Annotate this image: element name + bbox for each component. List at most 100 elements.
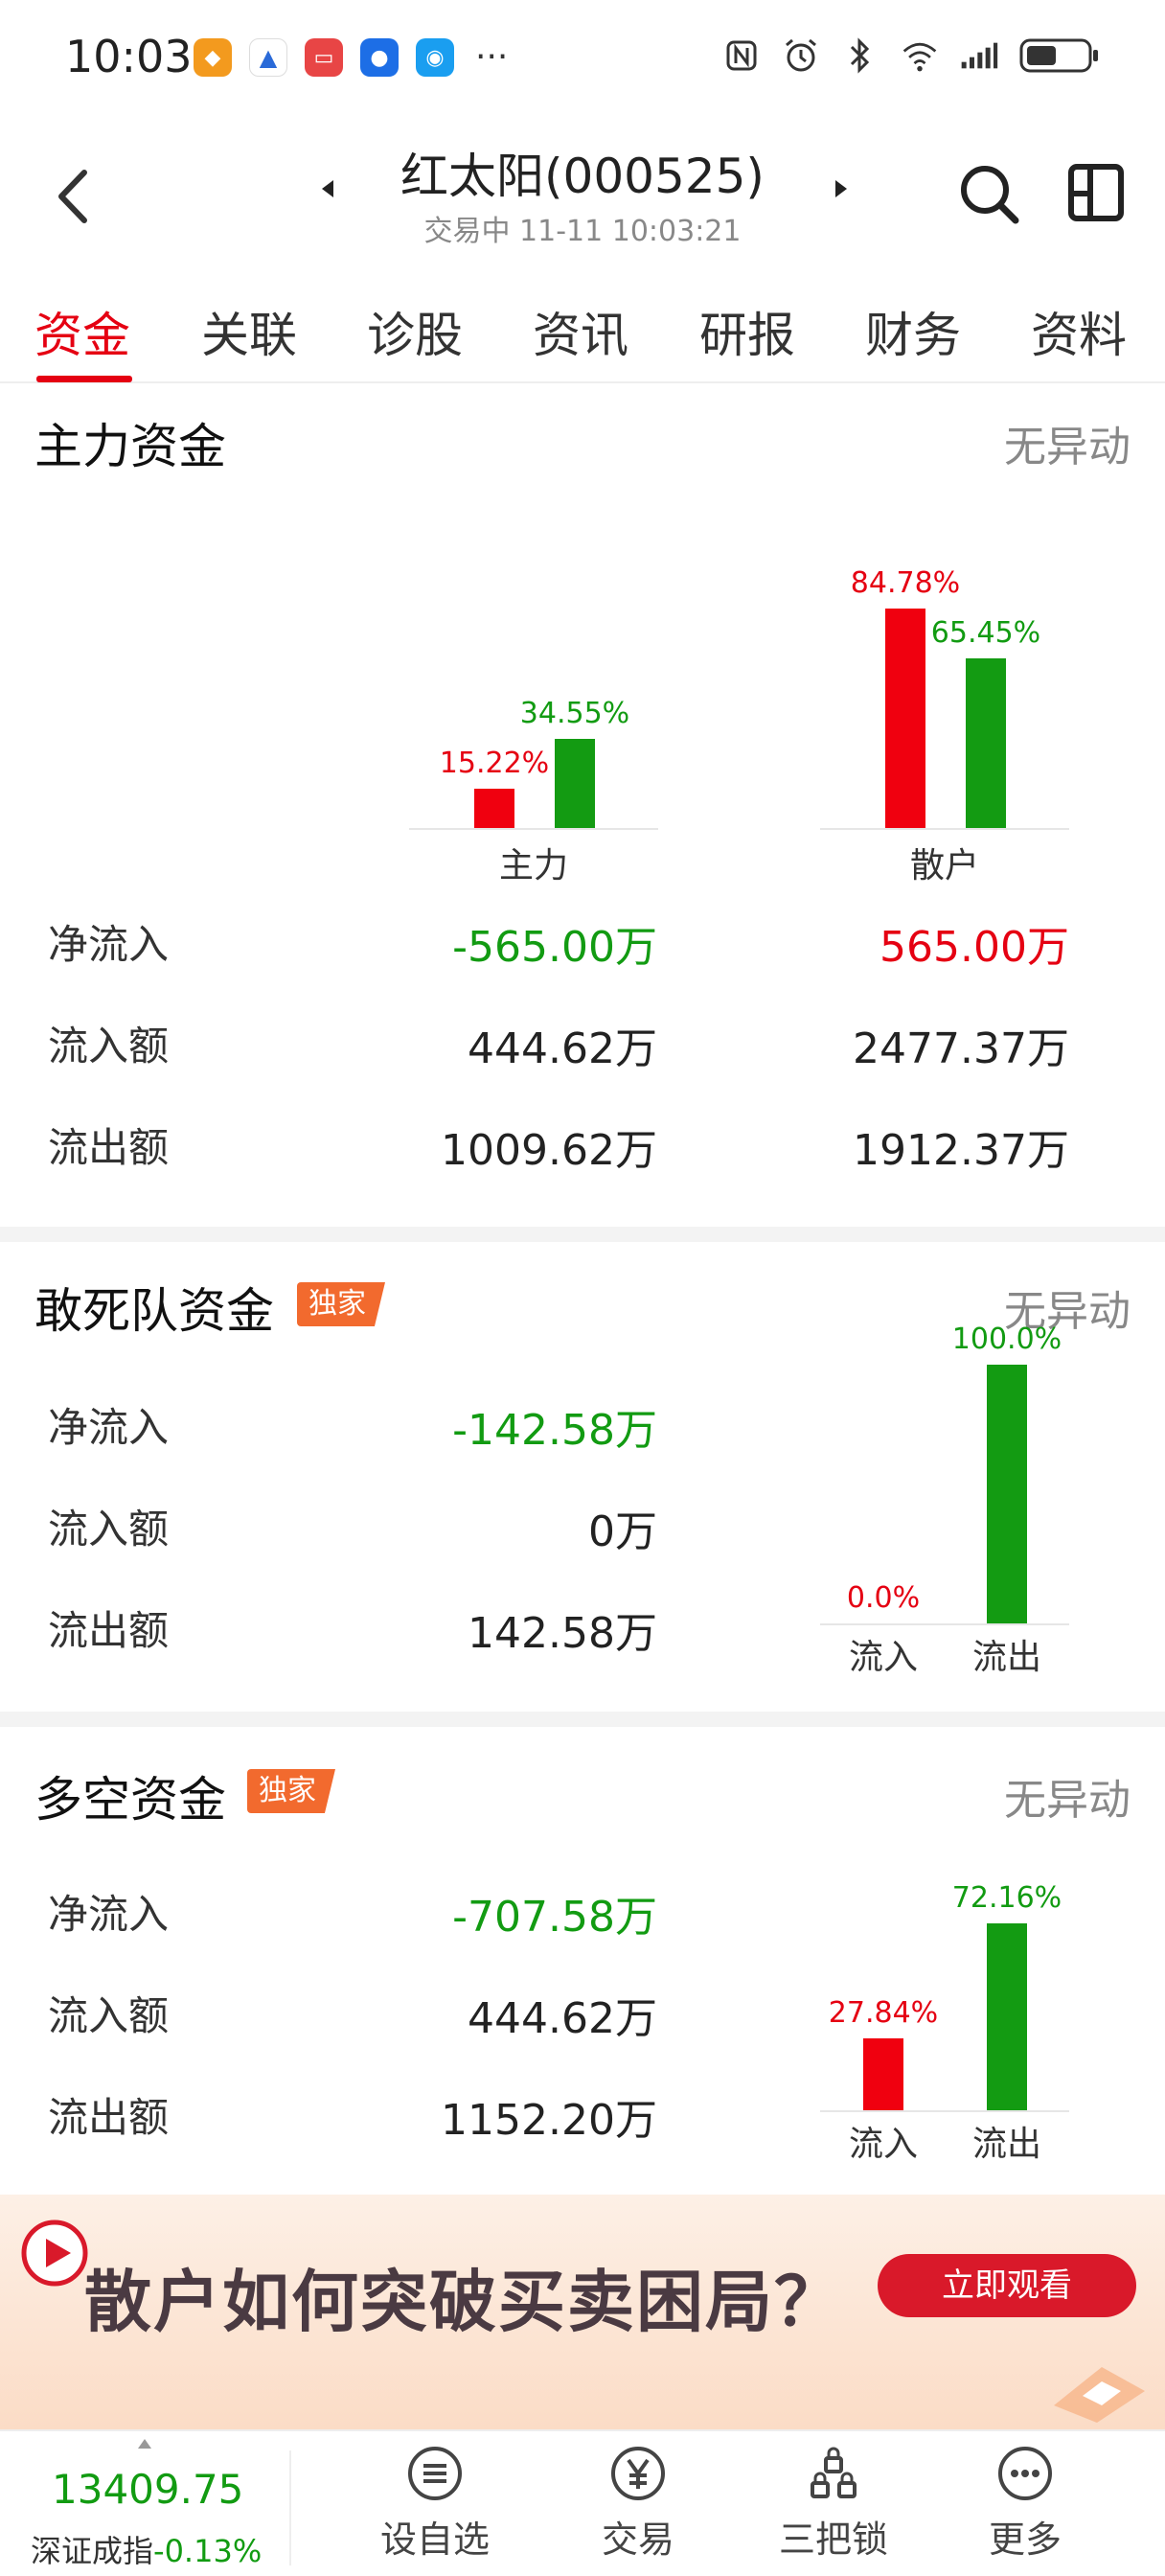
tab-bar: 资金 关联 诊股 资讯 研报 财务 资料 (0, 288, 1165, 383)
row-label: 流出额 (48, 1124, 170, 1171)
chart-bar (987, 1365, 1027, 1623)
chart-baseline (409, 828, 658, 830)
nav-label: 设自选 (379, 2518, 490, 2561)
row-label: 净流入 (48, 921, 170, 968)
chart-bar (474, 788, 514, 828)
play-icon (19, 2218, 90, 2288)
chart-bar (987, 1923, 1027, 2110)
nav-add-watchlist[interactable]: 设自选 (358, 2445, 512, 2563)
tab-news[interactable]: 资讯 (523, 297, 638, 366)
category-label: 流入 (848, 1638, 918, 1677)
section-divider (0, 1712, 1165, 1727)
category-label: 流入 (848, 2125, 918, 2164)
row-label: 净流入 (48, 1891, 170, 1938)
promo-banner[interactable]: 散户如何突破买卖困局？ 立即观看 (0, 2195, 1165, 2429)
chart-bar (863, 2037, 903, 2110)
main-capital-section: 主力资金 无异动 15.22% 34.55% 主力 84.78% 65.45% 散户 净流… (0, 383, 1165, 1227)
dare-squad-section: 敢死队资金 独家 无异动 净流入 -142.58万 流入额 0万 流出额 142… (0, 1242, 1165, 1712)
row-label: 净流入 (48, 1404, 170, 1451)
ls-inflow: 444.62万 (468, 1994, 657, 2043)
row-label: 流入额 (48, 1506, 170, 1552)
blue-app-icon: ● (360, 38, 399, 77)
decor-chart-icon (1044, 2338, 1150, 2425)
battery-icon (1019, 36, 1100, 75)
more-dots-icon (996, 2445, 1054, 2502)
long-short-section: 多空资金 独家 无异动 净流入 -707.58万 流入额 444.62万 流出额… (0, 1727, 1165, 2195)
next-stock-icon[interactable] (830, 174, 853, 203)
category-label: 流出 (971, 2125, 1041, 2164)
category-label: 散户 (909, 846, 979, 886)
tab-research[interactable]: 研报 (690, 297, 805, 366)
main-outflow: 1009.62万 (441, 1126, 657, 1175)
status-more-icon: ··· (475, 37, 509, 77)
index-label[interactable]: 深证成指-0.13% (31, 2527, 262, 2571)
index-change: -0.13% (153, 2533, 263, 2569)
section-status: 无异动 (1004, 1776, 1131, 1825)
retail-net-inflow: 565.00万 (879, 923, 1069, 972)
data-label: 27.84% (828, 1995, 939, 2030)
nav-more[interactable]: 更多 (948, 2445, 1102, 2563)
section-status: 无异动 (1004, 423, 1131, 472)
bluetooth-icon (841, 36, 879, 75)
yuan-icon (609, 2445, 667, 2502)
retail-inflow: 2477.37万 (853, 1024, 1069, 1073)
nav-three-locks[interactable]: 三把锁 (757, 2445, 910, 2563)
index-name: 深证成指 (31, 2533, 154, 2569)
list-icon (406, 2445, 464, 2502)
separator (289, 2450, 291, 2565)
row-label: 流出额 (48, 2094, 170, 2141)
tab-active-indicator (36, 376, 132, 382)
status-system-icons (722, 36, 1100, 75)
exclusive-badge: 独家 (297, 1282, 385, 1326)
status-app-icons: ◆ ▲ ▭ ● ◉ ··· (194, 38, 508, 77)
expand-arrow-icon[interactable] (138, 2439, 151, 2449)
message-app-icon: ◉ (416, 38, 454, 77)
section-divider (0, 1227, 1165, 1242)
signal-icon (960, 36, 998, 75)
data-label: 34.55% (519, 696, 630, 730)
row-label: 流出额 (48, 1607, 170, 1654)
section-title: 主力资金 (34, 419, 226, 474)
chart-baseline (820, 828, 1069, 830)
ls-outflow: 1152.20万 (441, 2096, 657, 2145)
tab-finance[interactable]: 财务 (856, 297, 971, 366)
tab-profile[interactable]: 资料 (1021, 297, 1136, 366)
nav-trade[interactable]: 交易 (561, 2445, 715, 2563)
bottom-bar: 13409.75 深证成指-0.13% 设自选 交易 三把锁 更多 (0, 2429, 1165, 2576)
dare-inflow: 0万 (588, 1507, 657, 1556)
nav-label: 交易 (601, 2518, 674, 2561)
watch-now-button[interactable]: 立即观看 (878, 2254, 1136, 2317)
category-label: 流出 (971, 1638, 1041, 1677)
chart-bar (555, 738, 595, 828)
wifi-icon (901, 36, 939, 75)
tab-related[interactable]: 关联 (192, 297, 307, 366)
alarm-icon (782, 36, 820, 75)
stock-app-icon: ▲ (249, 38, 287, 77)
red-app-icon: ▭ (305, 38, 343, 77)
data-label: 15.22% (439, 746, 550, 780)
app-notification-icon: ◆ (194, 38, 232, 77)
main-inflow: 444.62万 (468, 1024, 657, 1073)
nfc-icon (722, 36, 761, 75)
banner-headline: 散户如何突破买卖困局？ (84, 2263, 843, 2341)
row-label: 流入额 (48, 1992, 170, 2039)
data-label: 72.16% (951, 1881, 1062, 1916)
status-bar: 10:03 ◆ ▲ ▭ ● ◉ ··· (0, 0, 1165, 115)
tab-capital[interactable]: 资金 (25, 297, 140, 366)
retail-outflow: 1912.37万 (853, 1126, 1069, 1175)
section-title: 多空资金 (34, 1772, 226, 1828)
status-time: 10:03 (65, 31, 193, 82)
row-label: 流入额 (48, 1023, 170, 1070)
search-icon[interactable] (954, 159, 1023, 228)
nav-label: 三把锁 (778, 2518, 888, 2561)
main-net-inflow: -565.00万 (452, 923, 657, 972)
chart-bar (966, 658, 1006, 828)
category-label: 主力 (498, 846, 568, 886)
index-value[interactable]: 13409.75 (52, 2466, 243, 2513)
section-title: 敢死队资金 (34, 1283, 274, 1339)
locks-icon (805, 2445, 862, 2502)
data-label: 0.0% (846, 1581, 921, 1615)
tab-diagnosis[interactable]: 诊股 (357, 297, 472, 366)
exclusive-badge: 独家 (247, 1769, 335, 1813)
layout-switch-icon[interactable] (1065, 161, 1127, 224)
